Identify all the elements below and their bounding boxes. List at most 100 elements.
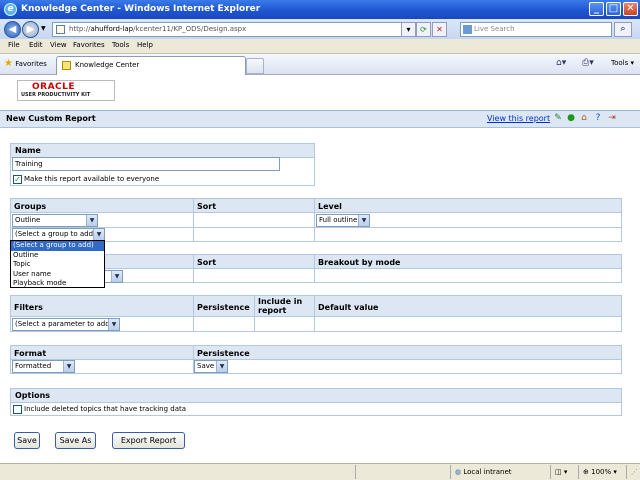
window-title: Knowledge Center - Windows Internet Expl… xyxy=(21,4,261,14)
url-host: ahufford-lap xyxy=(90,25,134,33)
col-divider xyxy=(314,296,315,331)
history-dropdown-icon[interactable]: ▼ xyxy=(41,25,46,32)
breakout-sort-header: Sort xyxy=(197,258,217,267)
status-text xyxy=(0,465,355,479)
go-icon[interactable]: ● xyxy=(566,113,576,124)
menu-favorites[interactable]: Favorites xyxy=(73,41,105,49)
tools-menu-button[interactable]: Tools ▾ xyxy=(611,59,634,67)
live-search-icon xyxy=(463,25,472,34)
edit-icon[interactable]: ✎ xyxy=(553,113,563,124)
favorites-label: Favorites xyxy=(15,60,47,68)
search-button[interactable]: ⌕ xyxy=(614,22,632,37)
zoom-control[interactable]: ⊕ 100% ▾ xyxy=(578,465,626,479)
include-deleted-checkbox[interactable] xyxy=(13,405,22,414)
dropdown-option[interactable]: Playback mode xyxy=(11,279,104,289)
print-icon[interactable]: ⎙▾ xyxy=(582,58,594,68)
col-divider xyxy=(193,199,194,241)
col-divider xyxy=(314,199,315,241)
new-tab-button[interactable] xyxy=(246,58,264,74)
report-name-input[interactable]: Training xyxy=(12,157,280,171)
available-checkbox[interactable]: ✓ xyxy=(13,175,22,184)
level-select[interactable]: Full outline ▼ xyxy=(316,214,370,227)
chevron-down-icon: ▼ xyxy=(358,215,369,226)
default-value-column-header: Default value xyxy=(318,303,379,312)
refresh-icon[interactable]: ⟳ xyxy=(416,22,431,37)
status-blank xyxy=(355,465,450,479)
chevron-down-icon: ▼ xyxy=(63,361,74,372)
persistence-select[interactable]: Save ▼ xyxy=(194,360,228,373)
address-input[interactable]: http://ahufford-lap/kcenter11/KP_ODS/Des… xyxy=(52,22,414,37)
status-bar: ◍ Local intranet ◫ ▾ ⊕ 100% ▾ ⋰ xyxy=(0,463,640,480)
group-select-value: Outline xyxy=(15,216,41,224)
filters-header-row xyxy=(11,296,621,317)
group-select[interactable]: Outline ▼ xyxy=(12,214,98,227)
url-prefix: http:// xyxy=(69,25,91,33)
minimize-button[interactable]: _ xyxy=(589,2,604,16)
protected-mode-icon[interactable]: ◫ ▾ xyxy=(550,465,578,479)
dropdown-option[interactable]: User name xyxy=(11,270,104,280)
zoom-icon: ⊕ xyxy=(583,468,589,476)
forward-button[interactable]: ▶ xyxy=(22,21,39,38)
menu-bar: File Edit View Favorites Tools Help xyxy=(0,39,640,54)
url-path: /kcenter11/KP_ODS/Design.aspx xyxy=(133,25,247,33)
group-dropdown-list[interactable]: (Select a group to add) Outline Topic Us… xyxy=(10,240,105,288)
menu-view[interactable]: View xyxy=(50,41,67,49)
zone-indicator[interactable]: ◍ Local intranet xyxy=(450,465,550,479)
menu-edit[interactable]: Edit xyxy=(29,41,43,49)
chevron-down-icon: ▼ xyxy=(216,361,227,372)
format-select[interactable]: Formatted ▼ xyxy=(12,360,75,373)
view-report-link[interactable]: View this report xyxy=(487,114,550,123)
dropdown-option[interactable]: Topic xyxy=(11,260,104,270)
dropdown-option[interactable]: Outline xyxy=(11,251,104,261)
zoom-level: 100% xyxy=(591,468,612,476)
col-divider xyxy=(254,296,255,331)
format-header-row xyxy=(11,346,621,360)
chevron-down-icon: ▼ xyxy=(93,229,104,240)
menu-help[interactable]: Help xyxy=(137,41,153,49)
name-heading: Name xyxy=(11,144,314,158)
home-page-icon[interactable]: ⌂ xyxy=(579,113,589,124)
home-icon[interactable]: ⌂▾ xyxy=(556,58,566,68)
col-divider xyxy=(193,255,194,282)
help-icon[interactable]: ? xyxy=(593,113,603,124)
add-parameter-select[interactable]: (Select a parameter to add) ▼ xyxy=(12,318,120,331)
maximize-button[interactable]: □ xyxy=(606,2,621,16)
groups-column-header: Groups xyxy=(14,202,47,211)
add-parameter-value: (Select a parameter to add) xyxy=(15,320,113,328)
menu-file[interactable]: File xyxy=(8,41,20,49)
dropdown-option[interactable]: (Select a group to add) xyxy=(11,241,104,251)
chevron-down-icon: ▼ xyxy=(86,215,97,226)
resize-grip-icon[interactable]: ⋰ xyxy=(626,465,640,479)
page-icon xyxy=(56,25,65,34)
export-report-button[interactable]: Export Report xyxy=(112,432,185,449)
groups-header-row xyxy=(11,199,621,213)
search-placeholder: Live Search xyxy=(474,25,515,33)
globe-icon: ◍ xyxy=(455,468,462,476)
save-as-button[interactable]: Save As xyxy=(55,432,96,449)
menu-tools[interactable]: Tools xyxy=(112,41,129,49)
persistence-column-header: Persistence xyxy=(197,303,250,312)
persistence-select-value: Save xyxy=(197,362,215,370)
save-button[interactable]: Save xyxy=(14,432,40,449)
back-button[interactable]: ◀ xyxy=(4,21,21,38)
search-input[interactable]: Live Search xyxy=(460,22,612,37)
logo-brand: ORACLE xyxy=(32,82,76,92)
sort-column-header: Sort xyxy=(197,202,217,211)
chevron-down-icon: ▼ xyxy=(108,319,119,330)
favorites-bar: ★ Favorites Knowledge Center ⌂▾ ⎙▾ Tools… xyxy=(0,54,640,75)
address-dropdown-icon[interactable]: ▾ xyxy=(401,22,416,37)
zone-label: Local intranet xyxy=(463,468,512,476)
tools-label: Tools xyxy=(611,59,629,67)
level-column-header: Level xyxy=(318,202,342,211)
close-button[interactable]: ✕ xyxy=(623,2,638,16)
level-select-value: Full outline xyxy=(319,216,358,224)
oracle-logo: ORACLE USER PRODUCTIVITY KIT xyxy=(17,80,115,101)
star-icon: ★ xyxy=(4,58,13,69)
stop-icon[interactable]: ✕ xyxy=(432,22,447,37)
page-title: New Custom Report xyxy=(6,114,96,123)
favorites-button[interactable]: ★ Favorites xyxy=(4,58,47,69)
address-toolbar: ◀ ▶ ▼ http://ahufford-lap/kcenter11/KP_O… xyxy=(0,19,640,39)
logout-icon[interactable]: ⇥ xyxy=(607,113,617,124)
tab-knowledge-center[interactable]: Knowledge Center xyxy=(56,56,246,75)
format-column-header: Format xyxy=(14,349,47,358)
